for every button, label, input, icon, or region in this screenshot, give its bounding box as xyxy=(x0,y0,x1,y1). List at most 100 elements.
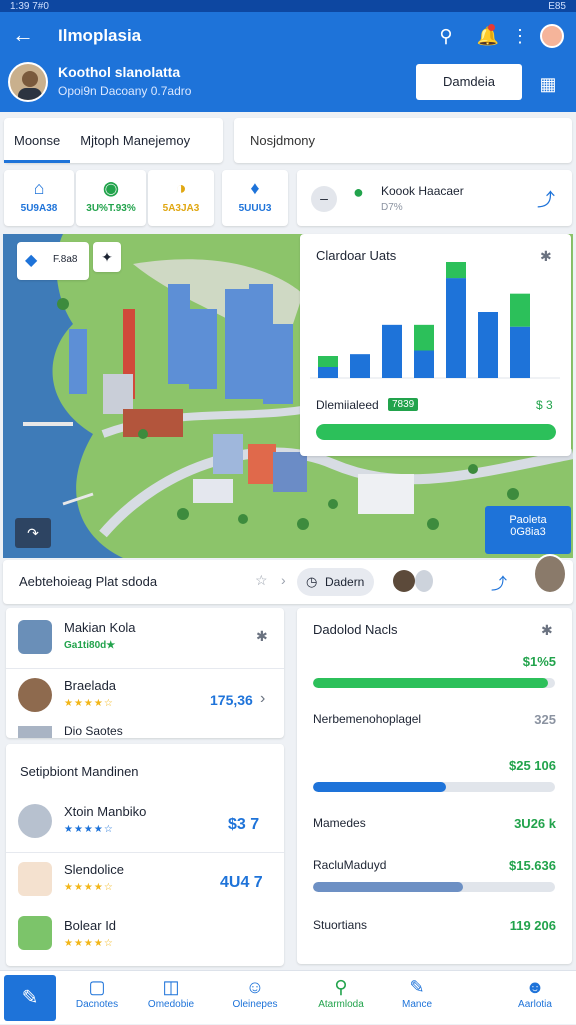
map-badge[interactable]: ◆ F.8a8 xyxy=(17,242,89,280)
list-item-value: $3 7 xyxy=(228,816,260,833)
back-arrow-icon[interactable]: ← xyxy=(10,22,36,48)
left-list-card-2: Setipbiont Mandinen Xtoin Manbiko ★★★★☆ … xyxy=(6,744,284,966)
quick-action-label: 5A3JA3 xyxy=(162,203,200,214)
list-item-thumbnail xyxy=(18,620,52,654)
quick-action-gauge[interactable]: ◑ 5A3JA3 xyxy=(148,170,214,226)
nav-objects[interactable]: ◫ Omedobie xyxy=(130,971,212,1025)
more-vert-icon[interactable]: ⋮ xyxy=(508,24,532,48)
pin-icon[interactable]: ✱ xyxy=(256,628,268,645)
tag-icon: ◆ xyxy=(25,252,38,269)
avatar-more xyxy=(415,570,433,592)
profile-subtitle: Opoi9n Dacoany 0.7adro xyxy=(58,84,192,98)
search-icon[interactable]: ⚲ xyxy=(434,24,458,48)
avatar xyxy=(393,570,415,592)
chart-bar xyxy=(414,324,434,351)
list-item-name: Makian Kola xyxy=(64,620,136,635)
page-title: Ilmoplasia xyxy=(58,26,142,45)
quick-action-label: 3U%T.93% xyxy=(86,203,136,214)
quick-action-home[interactable]: ⌂ 5U9A38 xyxy=(4,170,74,226)
chart-title: Clardoar Uats xyxy=(316,248,397,263)
card-title: Setipbiont Mandinen xyxy=(20,764,139,779)
nav-label: Atarmloda xyxy=(318,999,364,1010)
home-icon: ⌂ xyxy=(33,178,45,198)
toolbar-label: Aebtehoieag Plat sdoda xyxy=(19,574,158,589)
filter-chip[interactable]: ◷ Dadern xyxy=(297,568,375,596)
pin-icon[interactable]: ✱ xyxy=(541,622,553,639)
list-item-name: Braelada xyxy=(64,678,117,693)
primary-action-button[interactable]: Damdeia xyxy=(416,64,522,100)
clock-icon: ◷ xyxy=(306,574,318,589)
chevron-right-icon[interactable]: › xyxy=(260,690,265,708)
stat-value: 119 206 xyxy=(509,918,556,933)
minus-icon[interactable]: – xyxy=(311,186,337,212)
map-cta-line1: Paoleta xyxy=(509,514,547,526)
status-bar: 1:39 7#0 E85 xyxy=(0,0,576,12)
chart-card: Clardoar Uats ✱ Dlemiialeed 7839 $ 3 xyxy=(300,234,571,456)
rating-stars: ★★★★☆ xyxy=(64,824,114,835)
card-title: Dadolod Nacls xyxy=(313,622,398,637)
nav-alerts[interactable]: ⚲ Atarmloda xyxy=(300,971,382,1025)
quick-action-finance[interactable]: ◉ 3U%T.93% xyxy=(76,170,146,226)
ribbon-icon[interactable]: ☆ xyxy=(255,572,268,589)
tab-bar: Moonse Mjtoph Manejemoy xyxy=(4,118,223,163)
left-list-card: Makian Kola Ga1ti80d★ ✱ Braelada ★★★★☆ 1… xyxy=(6,608,284,738)
chart-bar xyxy=(510,326,530,378)
chart-footer-label: Dlemiialeed xyxy=(316,398,379,412)
coin-icon: ◉ xyxy=(103,178,119,198)
map-cta-button[interactable]: Paoleta 0G8ia3 xyxy=(485,506,571,554)
location-sub: D7% xyxy=(381,202,403,213)
list-item-value: 4U4 7 xyxy=(220,874,263,891)
divider xyxy=(6,852,284,853)
note-icon: ▢ xyxy=(88,977,106,997)
profile-avatar xyxy=(8,62,48,102)
share-icon[interactable]: ⤴ xyxy=(491,570,507,594)
search-icon: ⚲ xyxy=(334,977,348,997)
stat-progress-fill xyxy=(313,782,447,792)
location-card[interactable]: – ● Koook Haacaer D7% ⤴ xyxy=(297,170,572,226)
nav-notes[interactable]: ▢ Dacnotes xyxy=(56,971,138,1025)
chart-bar xyxy=(478,312,498,378)
rating-stars: ★★★★☆ xyxy=(64,698,114,709)
compass-icon[interactable]: ✦ xyxy=(93,242,121,272)
user-avatar xyxy=(533,554,567,594)
puzzle-icon: ♦ xyxy=(250,178,260,198)
nav-changes[interactable]: ☺ Oleinepes xyxy=(214,971,296,1025)
tab-management[interactable]: Mjtoph Manejemoy xyxy=(70,118,200,163)
list-item-thumbnail xyxy=(18,726,52,738)
chart-progress-bar xyxy=(316,424,556,440)
search-field[interactable]: Nosjdmony xyxy=(234,118,572,163)
list-item-value: 175,36 xyxy=(210,692,253,708)
list-item-thumbnail xyxy=(18,862,52,896)
chart-bar xyxy=(318,356,338,367)
nav-mance[interactable]: ✎ Mance xyxy=(376,971,458,1025)
bar-chart xyxy=(310,262,560,379)
location-pin-icon: ● xyxy=(353,182,364,202)
app-bar: ← Ilmoplasia ⚲ 🔔 ⋮ Koothol slanolatta Op… xyxy=(0,12,576,112)
list-item-thumbnail xyxy=(18,678,52,712)
nav-home-button[interactable]: ✎ xyxy=(4,975,56,1021)
quick-action-label: 5UUU3 xyxy=(238,203,272,214)
share-icon[interactable]: ⤴ xyxy=(537,186,555,212)
user-avatar[interactable] xyxy=(540,24,564,48)
notification-dot xyxy=(488,24,495,31)
map-cta-line2: 0G8ia3 xyxy=(510,526,546,538)
location-title: Koook Haacaer xyxy=(381,184,464,198)
rating-stars: ★★★★☆ xyxy=(64,882,114,893)
rating-stars: ★★★★☆ xyxy=(64,938,114,949)
chevron-right-icon[interactable]: › xyxy=(281,572,286,588)
stat-value: $25 106 xyxy=(509,758,556,773)
list-item-thumbnail xyxy=(18,916,52,950)
quick-action-puzzle[interactable]: ♦ 5UUU3 xyxy=(222,170,288,226)
divider xyxy=(6,668,284,669)
grid-icon[interactable]: ▦ xyxy=(536,72,560,96)
tab-moonse[interactable]: Moonse xyxy=(4,118,71,163)
box-icon: ◫ xyxy=(162,977,180,997)
chart-progress-fill xyxy=(316,424,556,440)
nav-label: Mance xyxy=(401,999,432,1010)
zoom-toggle-icon[interactable]: ↷ xyxy=(15,518,51,548)
chart-bar xyxy=(446,278,466,378)
stat-progress-bar xyxy=(313,678,555,688)
list-item-name: Slendolice xyxy=(64,862,124,877)
nav-label: Aarlotia xyxy=(518,999,552,1010)
nav-account[interactable]: ☻ Aarlotia xyxy=(494,971,576,1025)
